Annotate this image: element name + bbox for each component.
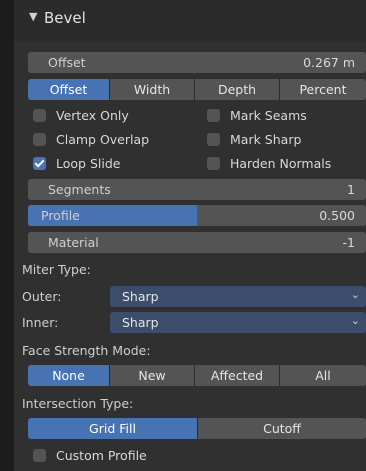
panel-header[interactable]: ▼ Bevel bbox=[14, 0, 366, 41]
harden-normals-checkbox[interactable]: Harden Normals bbox=[207, 154, 331, 172]
profile-field-label: Profile bbox=[41, 208, 80, 223]
segments-field[interactable]: Segments 1 bbox=[28, 179, 366, 200]
outer-miter-dropdown[interactable]: Sharp ⌄ bbox=[110, 286, 366, 307]
face-strength-affected-button[interactable]: Affected bbox=[195, 365, 280, 386]
width-type-percent-button[interactable]: Percent bbox=[280, 79, 366, 100]
inner-miter-dropdown[interactable]: Sharp ⌄ bbox=[110, 312, 366, 333]
face-strength-new-button[interactable]: New bbox=[110, 365, 195, 386]
collapse-chevron-icon[interactable]: ▼ bbox=[29, 10, 37, 23]
inner-miter-value: Sharp bbox=[122, 315, 159, 330]
profile-slider[interactable]: Profile 0.500 bbox=[28, 205, 366, 226]
loop-slide-label: Loop Slide bbox=[56, 155, 121, 171]
width-type-offset-button[interactable]: Offset bbox=[28, 79, 110, 100]
clamp-overlap-label: Clamp Overlap bbox=[56, 131, 150, 147]
checkmark-icon[interactable] bbox=[33, 156, 46, 170]
vertex-only-checkbox[interactable]: Vertex Only bbox=[33, 106, 129, 124]
mark-seams-checkbox-box[interactable] bbox=[207, 108, 220, 122]
offset-field[interactable]: Offset 0.267 m bbox=[28, 52, 366, 73]
offset-field-label: Offset bbox=[48, 55, 86, 70]
offset-field-value: 0.267 m bbox=[303, 55, 355, 70]
loop-slide-checkbox[interactable]: Loop Slide bbox=[33, 154, 120, 172]
panel-title: Bevel bbox=[44, 9, 86, 27]
profile-field-value: 0.500 bbox=[319, 208, 355, 223]
material-field-label: Material bbox=[48, 235, 99, 250]
intersection-type-label: Intersection Type: bbox=[22, 396, 134, 411]
inner-label: Inner: bbox=[22, 315, 59, 330]
mark-sharp-label: Mark Sharp bbox=[230, 131, 302, 147]
harden-normals-label: Harden Normals bbox=[230, 155, 332, 171]
outer-label: Outer: bbox=[22, 289, 62, 304]
vertex-only-checkbox-box[interactable] bbox=[33, 108, 46, 122]
face-strength-none-button[interactable]: None bbox=[28, 365, 110, 386]
intersection-grid-fill-button[interactable]: Grid Fill bbox=[28, 418, 198, 439]
mark-sharp-checkbox[interactable]: Mark Sharp bbox=[207, 130, 301, 148]
width-type-depth-button[interactable]: Depth bbox=[195, 79, 280, 100]
harden-normals-checkbox-box[interactable] bbox=[207, 156, 220, 170]
custom-profile-checkbox[interactable]: Custom Profile bbox=[33, 446, 147, 464]
vertex-only-label: Vertex Only bbox=[56, 107, 129, 123]
mark-sharp-checkbox-box[interactable] bbox=[207, 132, 220, 146]
chevron-down-icon: ⌄ bbox=[350, 314, 360, 327]
material-field-value: -1 bbox=[342, 235, 355, 250]
face-strength-all-button[interactable]: All bbox=[280, 365, 366, 386]
face-strength-mode-label: Face Strength Mode: bbox=[22, 343, 151, 358]
outer-miter-value: Sharp bbox=[122, 289, 159, 304]
material-field[interactable]: Material -1 bbox=[28, 232, 366, 253]
miter-type-label: Miter Type: bbox=[22, 262, 91, 277]
custom-profile-label: Custom Profile bbox=[56, 447, 147, 463]
clamp-overlap-checkbox-box[interactable] bbox=[33, 132, 46, 146]
mark-seams-label: Mark Seams bbox=[230, 107, 307, 123]
bevel-panel: ▼ Bevel Offset 0.267 m Offset Width Dept… bbox=[14, 0, 366, 471]
custom-profile-checkbox-box[interactable] bbox=[33, 448, 46, 462]
intersection-cutoff-button[interactable]: Cutoff bbox=[198, 418, 366, 439]
chevron-down-icon: ⌄ bbox=[350, 288, 360, 301]
mark-seams-checkbox[interactable]: Mark Seams bbox=[207, 106, 307, 124]
width-type-width-button[interactable]: Width bbox=[110, 79, 195, 100]
clamp-overlap-checkbox[interactable]: Clamp Overlap bbox=[33, 130, 149, 148]
segments-field-value: 1 bbox=[347, 182, 355, 197]
segments-field-label: Segments bbox=[48, 182, 111, 197]
